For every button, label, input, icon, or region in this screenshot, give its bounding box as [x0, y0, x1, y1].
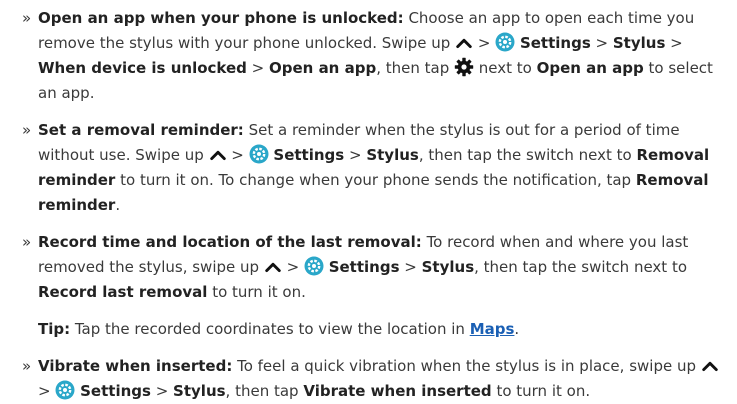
chevron-up-icon	[209, 150, 226, 161]
settings-app-icon	[495, 32, 515, 52]
chevron-up-icon	[265, 262, 281, 273]
item-title: Vibrate when inserted:	[38, 357, 233, 375]
separator: >	[344, 146, 367, 164]
item-text: , then tap the switch next to	[418, 146, 637, 164]
settings-app-icon	[55, 380, 75, 400]
gear-icon	[454, 57, 474, 77]
separator: >	[473, 34, 496, 52]
settings-label: Settings	[519, 34, 591, 52]
item-text: , then tap	[376, 59, 454, 77]
bullet: »	[22, 357, 32, 375]
list-item-open-app: » Open an app when your phone is unlocke…	[0, 6, 727, 106]
item-text: To feel a quick vibration when the stylu…	[232, 357, 701, 375]
tip-note: Tip: Tap the recorded coordinates to vie…	[0, 317, 727, 342]
separator: >	[399, 258, 422, 276]
settings-label: Settings	[80, 382, 151, 400]
when-unlocked-label: When device is unlocked	[38, 59, 247, 77]
bullet: »	[22, 233, 32, 251]
item-text: to turn it on. To change when your phone…	[115, 171, 636, 189]
item-text: to turn it on.	[207, 283, 306, 301]
bullet: »	[22, 121, 32, 139]
stylus-label: Stylus	[173, 382, 226, 400]
separator: >	[665, 34, 683, 52]
separator: >	[38, 382, 56, 400]
item-text: , then tap the switch next to	[474, 258, 688, 276]
tip-text: .	[514, 320, 520, 338]
open-app-label: Open an app	[269, 59, 377, 77]
tip-text: Tap the recorded coordinates to view the…	[70, 320, 470, 338]
settings-label: Settings	[328, 258, 400, 276]
item-text: to turn it on.	[491, 382, 591, 400]
item-title: Open an app when your phone is unlocked:	[38, 9, 404, 27]
separator: >	[150, 382, 174, 400]
record-last-removal-label: Record last removal	[38, 283, 208, 301]
settings-app-icon	[249, 144, 269, 164]
open-app-label: Open an app	[536, 59, 644, 77]
settings-label: Settings	[273, 146, 345, 164]
stylus-label: Stylus	[421, 258, 475, 276]
document-page: » Open an app when your phone is unlocke…	[0, 0, 737, 400]
separator: >	[281, 258, 304, 276]
chevron-up-icon	[456, 38, 472, 49]
list-item-vibrate: » Vibrate when inserted: To feel a quick…	[0, 354, 727, 404]
separator: >	[590, 34, 613, 52]
tip-label: Tip:	[38, 320, 71, 338]
separator: >	[246, 59, 269, 77]
stylus-label: Stylus	[612, 34, 666, 52]
item-text: next to	[473, 59, 537, 77]
maps-link[interactable]: Maps	[470, 320, 515, 338]
stylus-label: Stylus	[366, 146, 419, 164]
item-title: Record time and location of the last rem…	[38, 233, 422, 251]
settings-app-icon	[304, 256, 324, 276]
item-text: , then tap	[225, 382, 304, 400]
vibrate-when-inserted-label: Vibrate when inserted	[303, 382, 492, 400]
separator: >	[226, 146, 249, 164]
item-text: .	[115, 196, 121, 214]
list-item-record-removal: » Record time and location of the last r…	[0, 230, 727, 305]
chevron-up-icon	[702, 361, 718, 372]
list-item-removal-reminder: » Set a removal reminder: Set a reminder…	[0, 118, 727, 218]
item-title: Set a removal reminder:	[38, 121, 244, 139]
bullet: »	[22, 9, 32, 27]
